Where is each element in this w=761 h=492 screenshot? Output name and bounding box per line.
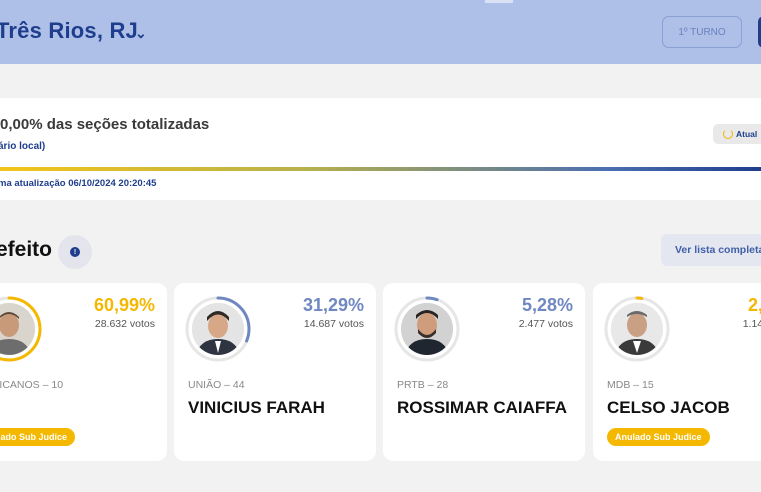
candidate-photo: [401, 303, 453, 355]
candidate-votes: 28.632 votos: [94, 318, 155, 330]
vote-share-ring: [0, 295, 43, 363]
vote-share-ring: [393, 295, 461, 363]
vote-share-ring: [603, 295, 671, 363]
candidate-votes: 2.477 votos: [518, 318, 573, 330]
candidate-party: PRTB – 28: [397, 379, 449, 391]
candidate-party: UBLICANOS – 10: [0, 379, 64, 391]
candidate-name: CELSO JACOB: [607, 398, 730, 417]
candidate-name: A: [0, 395, 159, 421]
refresh-icon: [723, 129, 733, 139]
candidate-votes: 1.148 vo: [742, 318, 761, 330]
candidate-party: UNIÃO – 44: [188, 379, 245, 391]
sub-judice-badge: nulado Sub Judice: [0, 428, 76, 446]
candidate-card[interactable]: 5,28% 2.477 votos PRTB – 28 ROSSIMAR CAI…: [383, 283, 585, 461]
last-update-text: ma atualização 06/10/2024 20:20:45: [0, 178, 157, 189]
see-full-list-button[interactable]: Ver lista completa: [661, 234, 761, 266]
candidate-card[interactable]: 60,99% 28.632 votos UBLICANOS – 10 A nul…: [0, 283, 167, 461]
candidate-votes: 14.687 votos: [303, 318, 364, 330]
candidate-card[interactable]: 31,29% 14.687 votos UNIÃO – 44 VINICIUS …: [174, 283, 376, 461]
info-button[interactable]: !: [58, 235, 92, 269]
vote-share-ring: [184, 295, 252, 363]
candidate-percentage: 31,29%: [302, 295, 364, 315]
chevron-down-icon[interactable]: ⌄: [135, 25, 147, 42]
info-icon: !: [70, 247, 80, 257]
sections-totalized-text: 0,00% das seções totalizadas: [0, 116, 210, 133]
candidate-party: MDB – 15: [607, 379, 654, 391]
section-title: efeito: [0, 238, 53, 261]
candidate-photo: [611, 303, 663, 355]
candidate-photo: [0, 303, 35, 355]
candidate-percentage: 60,99%: [93, 295, 155, 315]
refresh-button[interactable]: Atual: [713, 124, 761, 144]
turno-button[interactable]: 1º TURNO: [662, 16, 742, 48]
top-header: Três Rios, RJ ⌄ 1º TURNO: [0, 0, 761, 64]
candidate-name: ROSSIMAR CAIAFFA: [397, 398, 567, 417]
candidate-card[interactable]: 2,45 1.148 vo MDB – 15 CELSO JACOB Anula…: [593, 283, 761, 461]
sub-judice-badge: Anulado Sub Judice: [607, 428, 710, 446]
local-time-note: ário local): [0, 141, 46, 152]
totalization-progress-bar: [0, 167, 761, 171]
header-notch: [485, 0, 513, 3]
city-title[interactable]: Três Rios, RJ: [0, 18, 138, 44]
candidate-percentage: 5,28%: [521, 295, 573, 315]
candidate-name: VINICIUS FARAH: [188, 398, 325, 417]
candidate-photo: [192, 303, 244, 355]
candidate-percentage: 2,45: [747, 295, 761, 315]
refresh-label: Atual: [736, 129, 758, 139]
